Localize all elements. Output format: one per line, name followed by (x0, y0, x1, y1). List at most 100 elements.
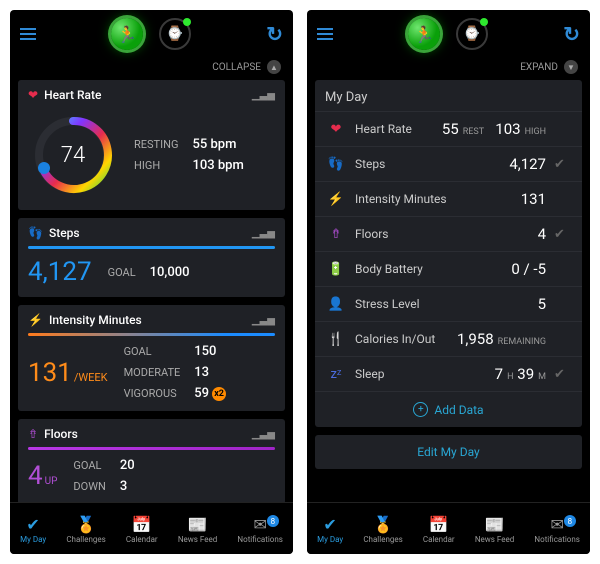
steps-goal-label: GOAL (108, 266, 136, 279)
intensity-icon: ⚡ (325, 192, 347, 207)
check-icon: ✔ (323, 517, 336, 533)
floors-down-value: 3 (120, 479, 135, 494)
heart-rate-ring: 74 (28, 110, 118, 200)
check-icon: ✔ (554, 367, 572, 382)
mail-icon: ✉ (550, 517, 563, 533)
tab-notifications[interactable]: ✉8Notifications (237, 517, 282, 544)
intensity-vigorous-label: VIGOROUS (124, 387, 181, 400)
intensity-vigorous-value: 59 x2 (194, 386, 226, 401)
heart-icon: ❤ (28, 88, 38, 102)
floors-card[interactable]: ⇮ Floors ▁▃▅ 4UP GOAL 20 DOWN 3 (18, 419, 285, 502)
intensity-icon: ⚡ (28, 313, 43, 327)
floors-icon: ⇮ (28, 427, 38, 441)
heart-icon: ❤ (325, 122, 347, 137)
expand-label: EXPAND (520, 62, 558, 73)
mail-icon: ✉ (253, 517, 266, 533)
add-data-button[interactable]: + Add Data (315, 391, 582, 427)
menu-icon[interactable] (20, 28, 36, 40)
top-bar: ↻ (307, 10, 590, 58)
steps-value: 4,127 (28, 257, 92, 287)
intensity-moderate-label: MODERATE (124, 366, 181, 379)
tab-calendar[interactable]: 📅Calendar (126, 517, 158, 544)
watch-icon[interactable] (456, 18, 488, 50)
row-calories[interactable]: 🍴 Calories In/Out 1,958REMAINING (315, 321, 582, 356)
check-icon: ✔ (26, 517, 39, 533)
intensity-goal-value: 150 (194, 344, 226, 359)
tab-notifications[interactable]: ✉8Notifications (534, 517, 579, 544)
floors-title: Floors (44, 427, 78, 441)
intensity-moderate-value: 13 (194, 365, 226, 380)
cards-scroll: ❤ Heart Rate ▁▃▅ (10, 80, 293, 502)
expand-toggle[interactable]: EXPAND ▼ (307, 58, 590, 80)
tab-news-feed[interactable]: 📰News Feed (475, 517, 514, 544)
resting-label: RESTING (134, 138, 178, 151)
tab-challenges[interactable]: 🏅Challenges (66, 517, 105, 544)
floors-down-label: DOWN (73, 480, 105, 493)
avatar-icon[interactable] (408, 18, 440, 50)
tab-my-day[interactable]: ✔My Day (317, 517, 343, 544)
heart-rate-title: Heart Rate (44, 88, 101, 102)
intensity-value: 131/WEEK (28, 358, 108, 388)
steps-icon: 👣 (28, 226, 43, 240)
floors-value: 4UP (28, 461, 57, 491)
menu-icon[interactable] (317, 28, 333, 40)
high-label: HIGH (134, 159, 178, 172)
my-day-panel: My Day ❤ Heart Rate 55REST 103HIGH 👣 Ste… (315, 80, 582, 427)
heart-rate-stats: RESTING 55 bpm HIGH 103 bpm (134, 137, 244, 173)
row-body-battery[interactable]: 🔋 Body Battery 0 / -5 (315, 251, 582, 286)
row-heart-rate[interactable]: ❤ Heart Rate 55REST 103HIGH (315, 111, 582, 146)
chevron-down-icon: ▼ (564, 60, 578, 74)
heart-rate-value: 74 (28, 110, 118, 200)
notification-badge: 8 (267, 515, 279, 527)
edit-my-day-button[interactable]: Edit My Day (315, 435, 582, 469)
floors-goal-label: GOAL (73, 459, 105, 472)
watch-icon[interactable] (159, 18, 191, 50)
multiplier-badge: x2 (212, 387, 226, 401)
phone-expanded: ↻ COLLAPSE ▲ ❤ Heart Rate ▁▃▅ (10, 10, 293, 554)
collapse-toggle[interactable]: COLLAPSE ▲ (10, 58, 293, 80)
trophy-icon: 🏅 (373, 517, 393, 533)
feed-icon: 📰 (485, 517, 505, 533)
high-value: 103 bpm (192, 158, 243, 173)
collapse-label: COLLAPSE (212, 62, 261, 73)
steps-card[interactable]: 👣 Steps ▁▃▅ 4,127 GOAL 10,000 (18, 218, 285, 297)
tab-my-day[interactable]: ✔My Day (20, 517, 46, 544)
chart-icon: ▁▃▅ (252, 228, 275, 239)
tab-challenges[interactable]: 🏅Challenges (363, 517, 402, 544)
notification-badge: 8 (564, 515, 576, 527)
row-stress[interactable]: 👤 Stress Level 5 (315, 286, 582, 321)
heart-rate-card[interactable]: ❤ Heart Rate ▁▃▅ (18, 80, 285, 210)
avatar-icon[interactable] (111, 18, 143, 50)
tab-news-feed[interactable]: 📰News Feed (178, 517, 217, 544)
calendar-icon: 📅 (132, 517, 152, 533)
steps-icon: 👣 (325, 157, 347, 172)
check-icon: ✔ (554, 157, 572, 172)
row-steps[interactable]: 👣 Steps 4,127 ✔ (315, 146, 582, 181)
feed-icon: 📰 (188, 517, 208, 533)
row-floors[interactable]: ⇮ Floors 4 ✔ (315, 216, 582, 251)
chart-icon: ▁▃▅ (252, 429, 275, 440)
row-intensity[interactable]: ⚡ Intensity Minutes 131 (315, 181, 582, 216)
calories-icon: 🍴 (325, 332, 347, 347)
tab-bar: ✔My Day 🏅Challenges 📅Calendar 📰News Feed… (307, 502, 590, 554)
chart-icon: ▁▃▅ (252, 90, 275, 101)
chart-icon: ▁▃▅ (252, 315, 275, 326)
calendar-icon: 📅 (429, 517, 449, 533)
sync-icon[interactable]: ↻ (266, 22, 283, 46)
tab-calendar[interactable]: 📅Calendar (423, 517, 455, 544)
top-bar: ↻ (10, 10, 293, 58)
floors-icon: ⇮ (325, 227, 347, 242)
intensity-goal-label: GOAL (124, 345, 181, 358)
intensity-card[interactable]: ⚡ Intensity Minutes ▁▃▅ 131/WEEK GOAL 15… (18, 305, 285, 411)
resting-value: 55 bpm (192, 137, 243, 152)
sync-icon[interactable]: ↻ (563, 22, 580, 46)
body-battery-icon: 🔋 (325, 262, 347, 277)
floors-goal-value: 20 (120, 458, 135, 473)
steps-goal-value: 10,000 (150, 265, 190, 280)
trophy-icon: 🏅 (76, 517, 96, 533)
row-sleep[interactable]: zᶻ Sleep 7H 39M ✔ (315, 356, 582, 391)
panel-title: My Day (315, 80, 582, 111)
intensity-title: Intensity Minutes (49, 313, 142, 327)
steps-title: Steps (49, 226, 80, 240)
plus-icon: + (413, 402, 428, 417)
